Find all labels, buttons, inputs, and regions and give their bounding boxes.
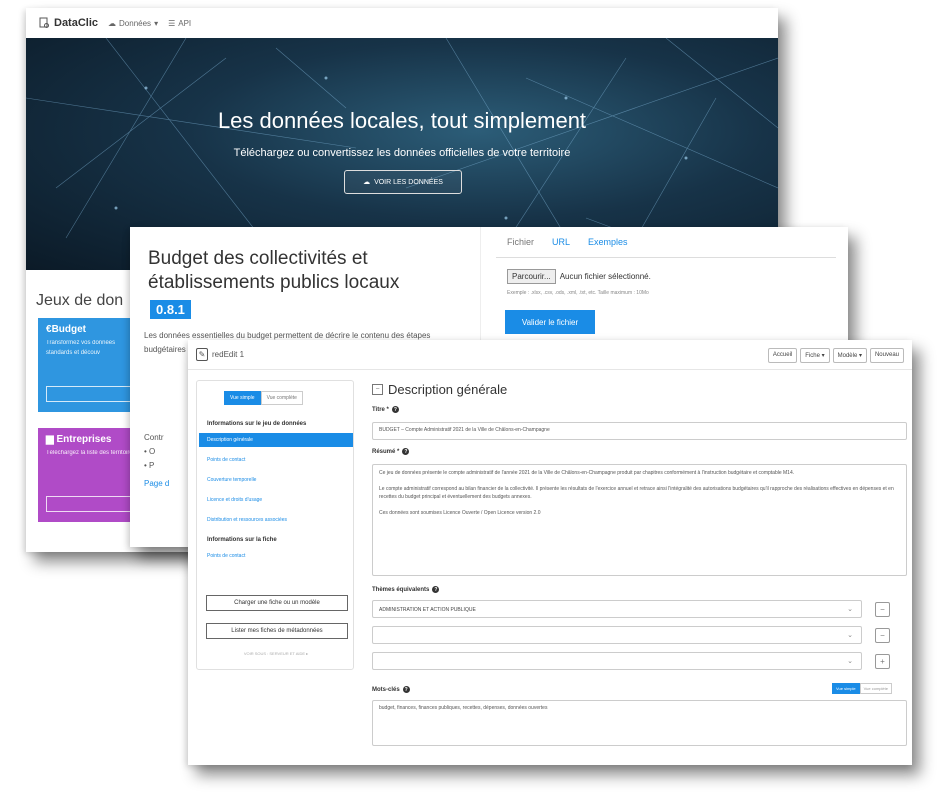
source-tabs: Fichier URL Exemples: [507, 237, 628, 247]
remove-theme-button[interactable]: −: [875, 628, 890, 643]
theme-select-1[interactable]: ADMINISTRATION ET ACTION PUBLIQUE ⌄: [372, 600, 862, 618]
collapse-icon[interactable]: −: [372, 384, 383, 395]
tab-divider: [496, 257, 836, 258]
chevron-down-icon: ⌄: [847, 606, 853, 613]
category-desc: Transformez vos données standards et déc…: [46, 340, 116, 356]
building-icon: ▆: [46, 434, 57, 445]
kw-complete-button[interactable]: Vue complète: [859, 683, 892, 694]
datasets-heading: Jeux de don: [36, 292, 124, 309]
home-button[interactable]: Accueil: [767, 348, 798, 363]
validate-button[interactable]: Valider le fichier: [505, 310, 595, 334]
brand-label: DataClic: [54, 17, 99, 29]
sidebar-item-distribution[interactable]: Distribution et ressources associées: [199, 513, 353, 527]
resume-label: Résumé *?: [372, 448, 410, 455]
section-title-label: Description générale: [388, 382, 508, 397]
sidebar-item-temporal[interactable]: Couverture temporelle: [199, 473, 353, 487]
titre-label: Titre *?: [372, 406, 399, 413]
sidebar-group-record: Informations sur la fiche: [207, 537, 277, 543]
version-badge: 0.8.1: [150, 300, 191, 319]
browse-button[interactable]: Parcourir...: [507, 269, 556, 284]
complete-view-button[interactable]: Vue complète: [260, 391, 303, 405]
chevron-down-icon: ⌄: [847, 658, 853, 665]
section-title: − Description générale: [372, 382, 507, 397]
simple-view-button[interactable]: Vue simple: [224, 391, 261, 405]
nav-donnees[interactable]: ☁ Données ▾: [108, 19, 158, 28]
titre-input[interactable]: BUDGET – Compte Administratif 2021 de la…: [372, 422, 907, 440]
help-icon[interactable]: ?: [432, 586, 440, 593]
sidebar-item-contacts[interactable]: Points de contact: [199, 453, 353, 467]
nav-api[interactable]: ☰ API: [168, 19, 191, 28]
new-button[interactable]: Nouveau: [869, 348, 904, 363]
view-data-label: VOIR LES DONNÉES: [374, 178, 443, 186]
resume-paragraph: Le compte administratif correspond au bi…: [379, 486, 894, 500]
tab-url[interactable]: URL: [552, 237, 570, 247]
view-toggle: Vue simple Vue complète: [224, 391, 303, 405]
remove-theme-button[interactable]: −: [875, 602, 890, 617]
metadata-editor-window: ✎ redEdit 1 Accueil Fiche ▾ Modèle ▾ Nou…: [188, 340, 912, 765]
sidebar-item-description[interactable]: Description générale: [199, 433, 353, 447]
resume-paragraph: Ce jeu de données présente le compte adm…: [379, 470, 795, 476]
keywords-label: Mots-clés?: [372, 686, 410, 693]
hero-subtitle: Téléchargez ou convertissez les données …: [233, 147, 571, 159]
nav-api-label: API: [178, 18, 192, 28]
resume-paragraph: Ces données sont soumises Licence Ouvert…: [379, 510, 541, 516]
caret-down-icon: ▾: [154, 18, 159, 28]
file-picker: Parcourir... Aucun fichier sélectionné.: [507, 269, 651, 284]
category-title: ▆ Entreprises: [46, 434, 112, 445]
app-name: redEdit 1: [212, 350, 245, 359]
list-icon: ☰: [168, 18, 176, 28]
navbar: DataClic ☁ Données ▾ ☰ API: [26, 8, 778, 38]
theme-select-3[interactable]: ⌄: [372, 652, 862, 670]
help-icon[interactable]: ?: [402, 686, 410, 693]
schema-title: Budget des collectivités et établissemen…: [148, 248, 400, 293]
category-desc: Téléchargez la liste des territoire: [46, 450, 133, 456]
resume-textarea[interactable]: Ce jeu de données présente le compte adm…: [372, 464, 907, 576]
add-theme-button[interactable]: +: [875, 654, 890, 669]
sidebar-item-license[interactable]: Licence et droits d'usage: [199, 493, 353, 507]
tab-exemples[interactable]: Exemples: [588, 237, 628, 247]
cloud-icon: ☁: [363, 179, 371, 186]
category-title: €Budget: [46, 324, 87, 335]
help-icon[interactable]: ?: [391, 406, 399, 413]
tab-fichier[interactable]: Fichier: [507, 237, 534, 247]
keywords-textarea[interactable]: budget, finances, finances publiques, re…: [372, 700, 907, 746]
themes-label: Thèmes équivalents?: [372, 586, 440, 593]
chevron-down-icon: ⌄: [847, 632, 853, 639]
theme-select-2[interactable]: ⌄: [372, 626, 862, 644]
sidebar-footer[interactable]: VOIR SOUS : SERVEUR ET AIDE ▸: [197, 651, 355, 656]
editor-logo[interactable]: ✎ redEdit 1: [196, 348, 244, 361]
list-records-button[interactable]: Lister mes fiches de métadonnées: [206, 623, 348, 639]
sidebar-group-dataset: Informations sur le jeu de données: [207, 421, 307, 427]
document-icon: [39, 17, 49, 28]
no-file-label: Aucun fichier sélectionné.: [559, 272, 651, 281]
hero-title: Les données locales, tout simplement: [217, 108, 587, 133]
keywords-view-toggle: Vue simple Vue complète: [832, 683, 892, 694]
help-icon[interactable]: ?: [402, 448, 410, 455]
sidebar-item-record-contacts[interactable]: Points de contact: [199, 549, 353, 563]
top-buttons: Accueil Fiche ▾ Modèle ▾ Nouveau: [767, 348, 904, 363]
doc-icon: ✎: [196, 348, 208, 361]
model-menu-button[interactable]: Modèle ▾: [832, 348, 867, 363]
load-record-button[interactable]: Charger une fiche ou un modèle: [206, 595, 348, 611]
kw-simple-button[interactable]: Vue simple: [832, 683, 860, 694]
brand[interactable]: DataClic: [38, 17, 98, 29]
file-hint: Exemple : .xlsx, .csv, .ods, .xml, .txt,…: [507, 290, 649, 296]
cloud-icon: ☁: [108, 18, 117, 28]
editor-topbar: ✎ redEdit 1 Accueil Fiche ▾ Modèle ▾ Nou…: [188, 340, 912, 370]
editor-sidebar: Vue simple Vue complète Informations sur…: [196, 380, 354, 670]
fiche-menu-button[interactable]: Fiche ▾: [800, 348, 830, 363]
nav-donnees-label: Données: [119, 18, 152, 28]
view-data-button[interactable]: ☁ VOIR LES DONNÉES: [344, 170, 462, 194]
